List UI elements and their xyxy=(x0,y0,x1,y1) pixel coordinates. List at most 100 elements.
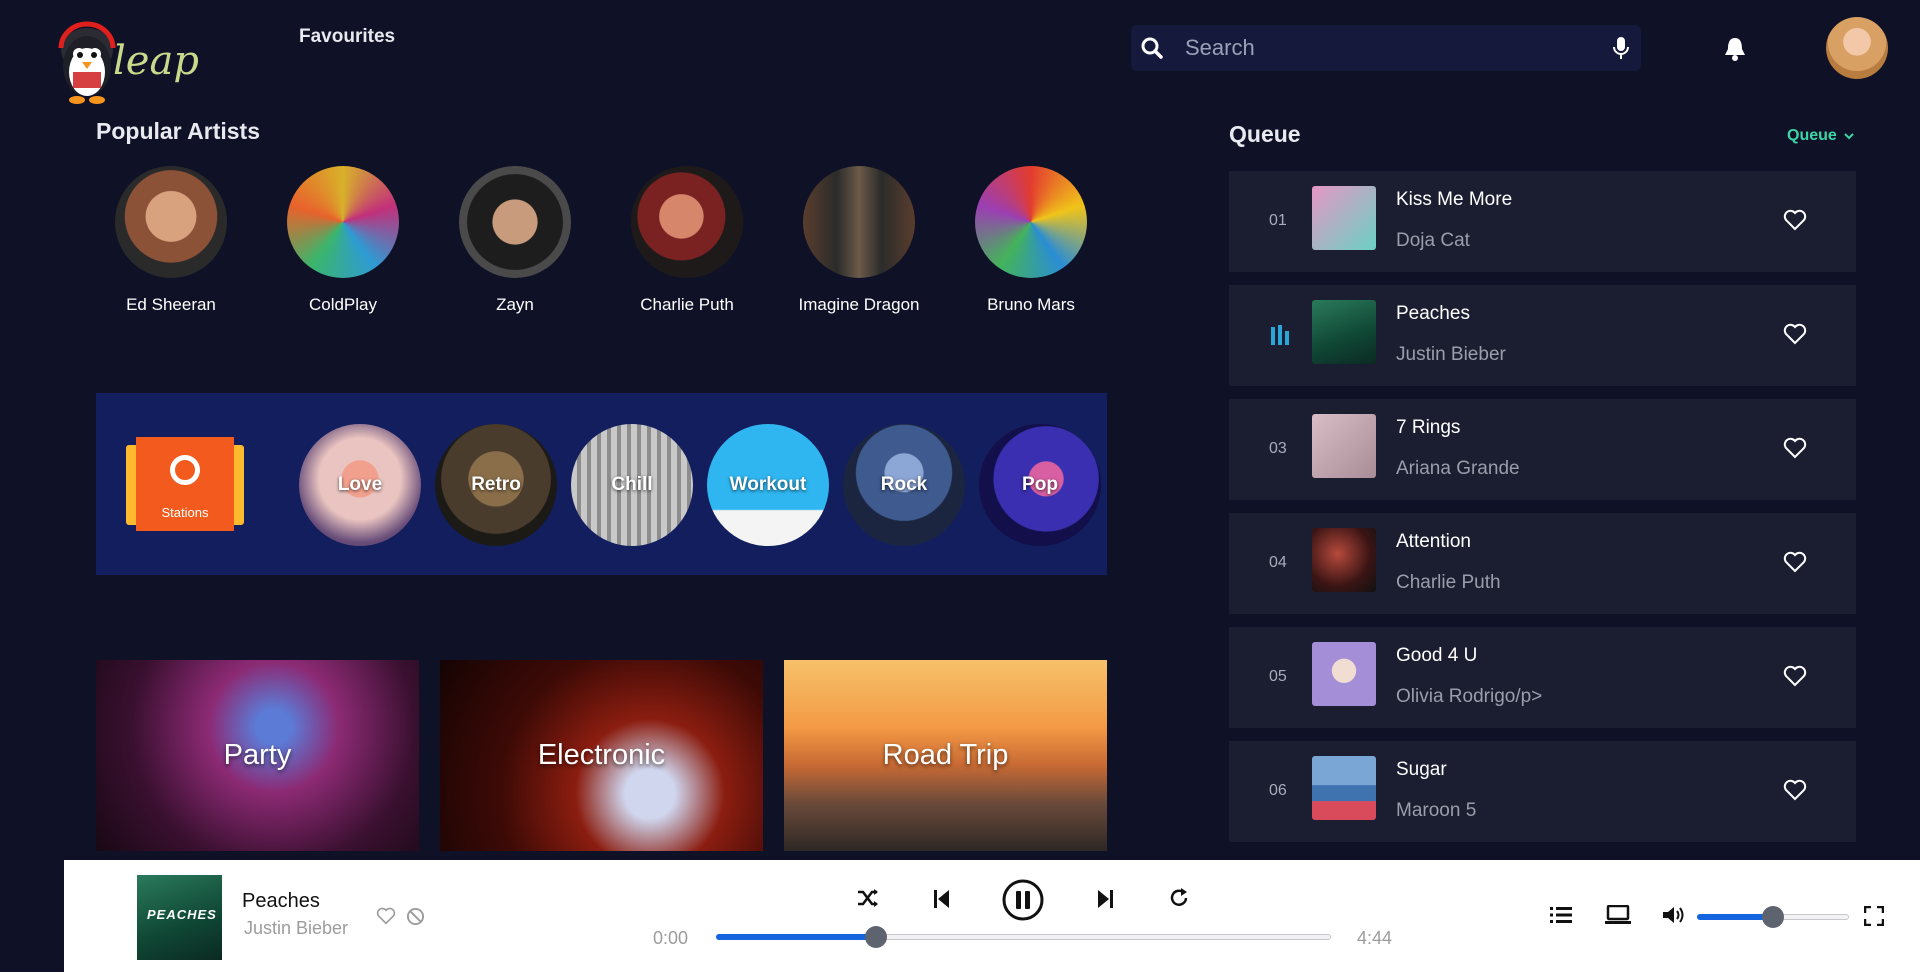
queue-title: Queue xyxy=(1229,121,1301,147)
artist-name: Bruno Mars xyxy=(987,295,1075,314)
heart-icon[interactable] xyxy=(376,907,396,930)
artist-name: Ed Sheeran xyxy=(126,295,216,314)
artist-name: ColdPlay xyxy=(308,295,378,314)
search-icon[interactable] xyxy=(1131,25,1173,71)
artist-avatar xyxy=(803,166,915,278)
bell-icon[interactable] xyxy=(1723,36,1747,62)
album-art xyxy=(1312,642,1376,706)
queue-item[interactable]: 01 Kiss Me More Doja Cat xyxy=(1229,171,1856,272)
next-icon[interactable] xyxy=(1096,889,1114,914)
stations-label: Stations xyxy=(161,505,209,520)
queue-dropdown[interactable]: Queue xyxy=(1787,127,1854,145)
heart-icon[interactable] xyxy=(1783,779,1807,801)
genre-rock[interactable]: Rock xyxy=(843,424,965,546)
artist-charlie-puth[interactable]: Charlie Puth xyxy=(612,166,762,315)
now-playing-art-text: PEACHES xyxy=(147,907,217,922)
nav-favourites[interactable]: Favourites xyxy=(299,26,395,48)
artist-ed-sheeran[interactable]: Ed Sheeran xyxy=(96,166,246,315)
album-art xyxy=(1312,528,1376,592)
mood-electronic[interactable]: Electronic xyxy=(440,660,763,851)
song-artist: Maroon 5 xyxy=(1396,800,1477,821)
heart-icon[interactable] xyxy=(1783,551,1807,573)
genre-pop[interactable]: Pop xyxy=(979,424,1101,546)
time-elapsed: 0:00 xyxy=(653,928,689,948)
artist-name: Charlie Puth xyxy=(640,295,734,314)
song-artist: Doja Cat xyxy=(1396,230,1470,251)
queue-dropdown-label: Queue xyxy=(1787,127,1837,144)
equalizer-icon xyxy=(1271,325,1289,345)
genre-workout[interactable]: Workout xyxy=(707,424,829,546)
previous-icon[interactable] xyxy=(933,889,951,914)
heart-icon[interactable] xyxy=(1783,323,1807,345)
album-art xyxy=(1312,414,1376,478)
user-avatar[interactable] xyxy=(1826,17,1888,79)
heart-icon[interactable] xyxy=(1783,437,1807,459)
artist-name: Imagine Dragon xyxy=(798,295,920,314)
queue-item-number: 04 xyxy=(1269,554,1287,571)
mood-party[interactable]: Party xyxy=(96,660,419,851)
artist-avatar xyxy=(287,166,399,278)
heart-icon[interactable] xyxy=(1783,209,1807,231)
volume-knob[interactable] xyxy=(1762,906,1784,928)
now-playing-artist: Justin Bieber xyxy=(244,918,349,938)
progress-knob[interactable] xyxy=(865,926,887,948)
artist-coldplay[interactable]: ColdPlay xyxy=(268,166,418,315)
logo-text: leap xyxy=(113,38,199,84)
artist-name: Zayn xyxy=(496,295,534,314)
queue-item[interactable]: 04 Attention Charlie Puth xyxy=(1229,513,1856,614)
queue-item[interactable]: 05 Good 4 U Olivia Rodrigo/p> xyxy=(1229,627,1856,728)
genre-retro[interactable]: Retro xyxy=(435,424,557,546)
artist-bruno-mars[interactable]: Bruno Mars xyxy=(956,166,1106,315)
genre-chill[interactable]: Chill xyxy=(571,424,693,546)
now-playing-title: Peaches xyxy=(242,890,320,912)
repeat-icon[interactable] xyxy=(1168,887,1190,914)
queue-item-number: 06 xyxy=(1269,782,1287,799)
genre-label: Pop xyxy=(1022,474,1058,495)
artist-avatar xyxy=(459,166,571,278)
device-icon[interactable] xyxy=(1605,904,1631,930)
artist-list: Ed Sheeran ColdPlay Zayn Charlie Puth Im… xyxy=(96,166,1096,326)
artist-zayn[interactable]: Zayn xyxy=(440,166,590,315)
queue-item[interactable]: 03 7 Rings Ariana Grande xyxy=(1229,399,1856,500)
progress-fill xyxy=(716,934,876,940)
genre-label: Retro xyxy=(471,474,521,495)
album-art xyxy=(1312,186,1376,250)
player-bar: PEACHES Peaches Justin Bieber 0:00 4:44 xyxy=(64,860,1920,972)
shuffle-icon[interactable] xyxy=(856,888,880,913)
heart-icon[interactable] xyxy=(1783,665,1807,687)
album-art xyxy=(1312,300,1376,364)
song-artist: Justin Bieber xyxy=(1396,344,1506,365)
queue-item[interactable]: 06 Sugar Maroon 5 xyxy=(1229,741,1856,842)
queue-item-number: 05 xyxy=(1269,668,1287,685)
genre-label: Rock xyxy=(880,474,928,495)
album-art xyxy=(1312,756,1376,820)
song-title: 7 Rings xyxy=(1396,417,1461,438)
song-artist: Charlie Puth xyxy=(1396,572,1501,593)
queue-item-number: 03 xyxy=(1269,440,1287,457)
queue-item-playing[interactable]: Peaches Justin Bieber xyxy=(1229,285,1856,386)
leap-logo[interactable]: leap xyxy=(55,14,225,110)
fullscreen-icon[interactable] xyxy=(1863,905,1885,931)
genre-label: Love xyxy=(337,474,383,495)
mood-label: Electronic xyxy=(537,739,666,771)
artist-imagine-dragon[interactable]: Imagine Dragon xyxy=(784,166,934,315)
popular-artists-title: Popular Artists xyxy=(96,118,261,144)
volume-icon[interactable] xyxy=(1662,905,1688,930)
genre-love[interactable]: Love xyxy=(299,424,421,546)
block-icon[interactable] xyxy=(406,907,425,931)
mood-label: Road Trip xyxy=(882,739,1009,771)
stations-carousel: Stations Love Retro Chill Workout Rock P… xyxy=(96,393,1107,575)
queue-list-icon[interactable] xyxy=(1550,906,1572,929)
chevron-down-icon xyxy=(1844,133,1854,140)
song-artist: Olivia Rodrigo/p> xyxy=(1396,686,1543,707)
mood-label: Party xyxy=(223,739,292,771)
pause-icon[interactable] xyxy=(1001,878,1045,927)
stations-logo[interactable]: Stations xyxy=(126,437,244,531)
mood-road-trip[interactable]: Road Trip xyxy=(784,660,1107,851)
now-playing-art: PEACHES xyxy=(137,875,222,960)
genre-label: Chill xyxy=(611,474,653,495)
search-input[interactable] xyxy=(1173,25,1601,71)
search-bar[interactable] xyxy=(1131,25,1641,71)
song-title: Kiss Me More xyxy=(1396,189,1513,210)
mic-icon[interactable] xyxy=(1601,25,1641,71)
